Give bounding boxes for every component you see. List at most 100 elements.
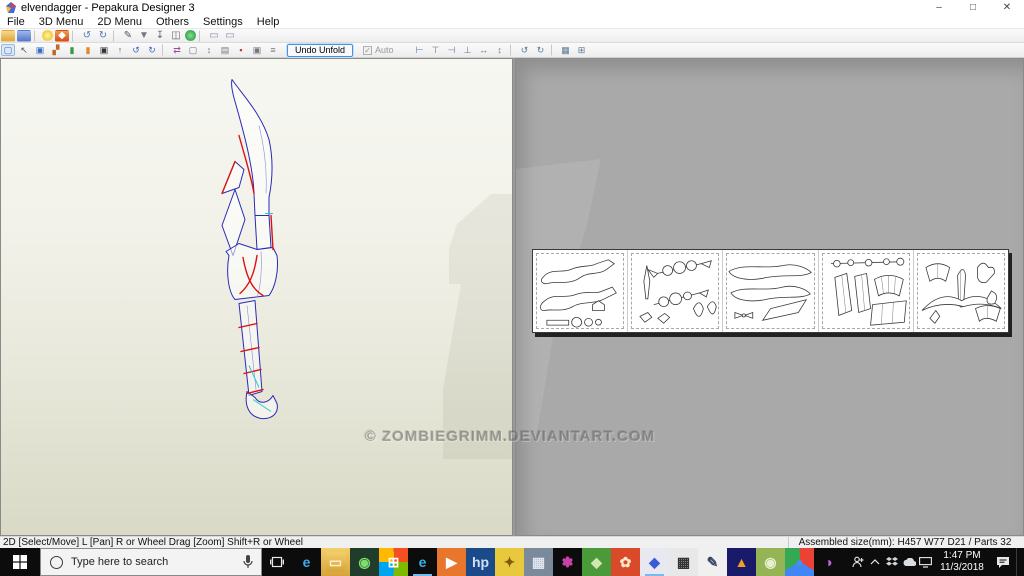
align-right-icon[interactable]: ⊣: [445, 44, 459, 56]
pattern-page-strip[interactable]: [532, 249, 1009, 333]
dropbox-icon[interactable]: [883, 548, 900, 576]
taskbar-app-chrome[interactable]: ●: [785, 548, 814, 576]
search-box[interactable]: Type here to search: [40, 548, 262, 576]
pattern-page-2[interactable]: [628, 250, 724, 332]
display-settings-icon[interactable]: ▣: [33, 44, 47, 56]
chevron-up-icon[interactable]: [866, 548, 883, 576]
taskbar-app-media-player-orange[interactable]: ▶: [437, 548, 466, 576]
preview-sheet-icon[interactable]: ▣: [250, 44, 264, 56]
rotate-view-cw-icon[interactable]: ↻: [145, 44, 159, 56]
taskbar-app-internet-explorer[interactable]: e: [408, 548, 437, 576]
separator[interactable]: [34, 29, 39, 42]
separator[interactable]: [550, 44, 556, 56]
dark-view-icon[interactable]: ▣: [97, 44, 111, 56]
separator[interactable]: [199, 29, 204, 42]
taskbar-app-green-map[interactable]: ◆: [582, 548, 611, 576]
start-button[interactable]: [0, 548, 40, 576]
taskbar-app-paint3d[interactable]: ◑: [814, 548, 843, 576]
menu-item[interactable]: 3D Menu: [32, 16, 91, 29]
menu-item[interactable]: Help: [250, 16, 287, 29]
separator[interactable]: [509, 44, 515, 56]
textured-view-icon[interactable]: ◆: [55, 29, 69, 42]
taskbar-app-green-utility[interactable]: ◉: [350, 548, 379, 576]
menu-item[interactable]: File: [0, 16, 32, 29]
taskbar-app-photo-viewer[interactable]: ✦: [495, 548, 524, 576]
taskbar-app-media-player-classic[interactable]: ▦: [524, 548, 553, 576]
marquee-select-icon[interactable]: ▢: [186, 44, 200, 56]
box-tool-icon[interactable]: ◫: [169, 30, 183, 42]
align-top-icon[interactable]: ⊤: [429, 44, 443, 56]
2d-pattern-pane[interactable]: [515, 58, 1024, 536]
undo-unfold-button[interactable]: Undo Unfold: [285, 42, 355, 58]
light-bulb-icon[interactable]: [42, 30, 53, 41]
task-view-button[interactable]: [262, 548, 292, 576]
taskbar-app-microsoft-store[interactable]: ⊞: [379, 548, 408, 576]
close-button[interactable]: ✕: [990, 0, 1024, 16]
save-icon[interactable]: [17, 29, 31, 42]
distribute-vertical-icon[interactable]: ↕: [493, 44, 507, 56]
layout-3d-window-icon[interactable]: ▭: [207, 30, 221, 42]
pattern-page-3[interactable]: [723, 250, 819, 332]
save-pattern-icon[interactable]: ▪: [234, 44, 248, 56]
separator[interactable]: [72, 29, 77, 42]
anchor-tool-icon[interactable]: ↧: [153, 30, 167, 42]
flip-part-icon[interactable]: ⇄: [170, 44, 184, 56]
globe-icon[interactable]: [185, 30, 196, 41]
taskbar-app-hp-tool[interactable]: hp: [466, 548, 495, 576]
taskbar-app-share-molecule[interactable]: ✽: [553, 548, 582, 576]
stamp-tool-icon[interactable]: ▼: [137, 30, 151, 42]
align-bottom-icon[interactable]: ⊥: [461, 44, 475, 56]
taskbar-app-blue-dome[interactable]: ▲: [727, 548, 756, 576]
reset-layout-icon[interactable]: ⊞: [575, 44, 589, 56]
separator[interactable]: [113, 29, 118, 42]
taskbar-app-openoffice[interactable]: ◉: [756, 548, 785, 576]
minimize-button[interactable]: –: [922, 0, 956, 16]
pattern-page-5[interactable]: [914, 250, 1008, 332]
taskbar-app-red-flower[interactable]: ✿: [611, 548, 640, 576]
taskbar-app-edge[interactable]: e: [292, 548, 321, 576]
3d-view-pane[interactable]: [0, 58, 513, 536]
unfold-steps-icon[interactable]: ▞: [49, 44, 63, 56]
pick-part-icon[interactable]: ↑: [113, 44, 127, 56]
rotate-part-ccw-icon[interactable]: ↺: [518, 44, 532, 56]
pointer-tool-icon[interactable]: ↖: [17, 44, 31, 56]
people-icon[interactable]: [849, 548, 866, 576]
maximize-button[interactable]: □: [956, 0, 990, 16]
rotate-view-ccw-icon[interactable]: ↺: [129, 44, 143, 56]
action-center-button[interactable]: [990, 548, 1016, 576]
auto-checkbox[interactable]: ✓: [363, 45, 373, 55]
layout-2d-window-icon[interactable]: ▭: [223, 30, 237, 42]
show-desktop-button[interactable]: [1016, 548, 1021, 576]
redo-icon[interactable]: ↻: [96, 30, 110, 42]
open-file-icon[interactable]: [1, 29, 15, 42]
microphone-icon[interactable]: [243, 555, 253, 569]
toolbar-main: ◆ ↺ ↻ ✎ ▼ ↧ ◫ ▭ ▭: [0, 29, 1024, 43]
taskbar-app-notepad[interactable]: ✎: [698, 548, 727, 576]
align-left-icon[interactable]: ⊢: [413, 44, 427, 56]
distribute-horizontal-icon[interactable]: ↔: [477, 44, 491, 56]
print-layout-icon[interactable]: ≡: [266, 44, 280, 56]
edge-color-green-icon[interactable]: ▮: [65, 44, 79, 56]
pattern-page-4[interactable]: [819, 250, 914, 332]
scale-parts-icon[interactable]: ↕: [202, 44, 216, 56]
rotate-part-cw-icon[interactable]: ↻: [534, 44, 548, 56]
arrange-parts-icon[interactable]: ▦: [559, 44, 573, 56]
taskbar-app-file-explorer[interactable]: ▭: [321, 548, 350, 576]
menu-item[interactable]: 2D Menu: [90, 16, 149, 29]
select-move-tool-icon[interactable]: ▢: [1, 44, 15, 56]
dagger-3d-model[interactable]: [209, 63, 309, 428]
clock[interactable]: 1:47 PM 11/3/2018: [934, 548, 990, 576]
separator[interactable]: [162, 44, 167, 56]
pattern-page-1[interactable]: [533, 250, 629, 332]
toolbar-2d: ▢ ↖ ▣ ▞ ▮ ▮ ▣ ↑ ↺ ↻ ⇄ ▢ ↕ ▤ ▪ ▣ ≡ Undo Unfold ✓ Auto ⊢ ⊤ ⊣…: [0, 42, 1024, 58]
sheet-settings-icon[interactable]: ▤: [218, 44, 232, 56]
pen-tool-icon[interactable]: ✎: [121, 30, 135, 42]
edge-color-orange-icon[interactable]: ▮: [81, 44, 95, 56]
network-display-icon[interactable]: [917, 548, 934, 576]
menu-item[interactable]: Others: [149, 16, 196, 29]
undo-icon[interactable]: ↺: [80, 30, 94, 42]
taskbar-app-calculator[interactable]: ▦: [669, 548, 698, 576]
menu-item[interactable]: Settings: [196, 16, 250, 29]
onedrive-cloud-icon[interactable]: [900, 548, 917, 576]
taskbar-app-pepakura-designer[interactable]: ◆: [640, 548, 669, 576]
